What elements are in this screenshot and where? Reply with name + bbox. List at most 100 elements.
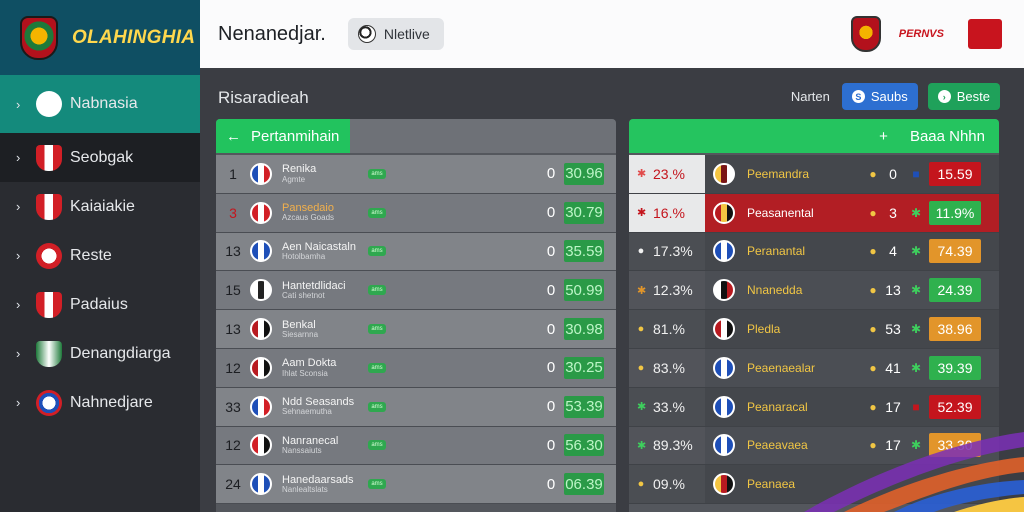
team-name-block: Aen Naicastaln Hotolbamha [282,241,366,262]
arrow-left-icon[interactable]: ← [226,128,241,145]
sidebar-item[interactable]: › Seobgak [0,133,200,182]
indicator-icon: ✱ [910,322,922,337]
team-crest-icon [713,279,735,302]
club-crest-icon[interactable] [850,16,881,52]
score-badge: 74.39 [929,239,981,264]
team-name: Benkal [282,318,316,331]
score-badge: 50.99 [564,279,604,302]
table-row[interactable]: 12 Aam Dokta Ihlat Sconsia ams 0 30.25 [216,348,616,388]
rank-number: 15 [225,282,241,299]
team-crest-icon [250,201,272,224]
stats-panel-header: + Baaa Nhhn [629,119,999,153]
team-subtitle: Siesarnna [282,329,319,339]
sidebar-item[interactable]: › Nahnedjare [0,378,200,427]
section-title: Risaradieah [218,88,309,107]
table-row[interactable]: ● 17.3% Peranantal ● 4 ✱ 74.39 [629,232,999,272]
stat-number: 0 [889,165,897,182]
team-name: Pledla [747,322,781,337]
indicator-icon: ■ [912,166,920,181]
table-row[interactable]: ● 83.% Peaenaealar ● 41 ✱ 39.39 [629,348,999,388]
indicator-icon: ✱ [910,438,922,453]
brand-header[interactable]: OLAHINGHIA [0,0,200,75]
score-badge: 24.39 [929,278,981,303]
team-name-block: Aam Dokta Ihlat Sconsia [282,357,366,378]
table-row[interactable]: ✱ 33.% Peanaracal ● 17 ■ 52.39 [629,387,999,427]
top-right-group: PERNVS [850,0,1002,68]
percent-cell: ✱ 23.% [629,155,705,193]
trend-icon: ✱ [637,284,647,297]
percent-value: 83.% [653,359,685,376]
percent-value: 12.3% [653,282,693,299]
green-crest-icon [36,340,62,367]
rank-number: 1 [229,165,237,182]
live-chip[interactable]: Nletlive [347,18,444,50]
rank-number: 12 [225,359,241,376]
sponsor-badge-icon[interactable] [968,19,1002,49]
score-badge: 30.25 [564,356,604,379]
sidebar-item-label: Denangdiarga [70,344,171,362]
table-row[interactable]: ✱ 16.% Peasanental ● 3 ✱ 11.9% [629,193,999,233]
team-crest-icon [713,473,735,496]
table-row[interactable]: 3 Pansedaio Azcaus Goads ams 0 30.79 [216,193,616,233]
table-row[interactable]: ✱ 23.% Peemandra ● 0 ■ 15.59 [629,155,999,194]
chevron-right-icon: › [16,395,21,410]
section-actions: Narten S Saubs › Beste [791,83,1000,110]
team-subtitle: Agmte [282,174,306,184]
beste-button[interactable]: › Beste [927,83,1000,110]
team-crest-icon [250,356,272,379]
team-subtitle: Nanssaiuts [282,446,322,456]
indicator-icon: ✱ [910,205,922,220]
points-value: 0 [546,475,556,493]
team-crest-icon [713,162,735,185]
tab-standings[interactable]: ← Pertanmihain [216,119,350,153]
sidebar: OLAHINGHIA › Nabnasia › Seobgak › Kaiaiakie › R… [0,0,200,512]
status-dot-icon: ● [869,360,877,375]
table-row[interactable]: 33 Ndd Seasands Sehnaemutha ams 0 53.39 [216,387,616,427]
score-badge: 52.39 [929,394,981,419]
status-pill: ams [368,479,386,490]
tab-standings-label: Pertanmihain [251,127,340,145]
team-name: Peaeavaea [747,438,808,453]
stat-number: 17 [885,437,901,454]
table-row[interactable]: 1 Renika Agmte ams 0 30.96 [216,155,616,194]
table-row[interactable]: 12 Nanranecal Nanssaiuts ams 0 56.30 [216,426,616,466]
stats-panel-title: Baaa Nhhn [909,127,985,145]
chevron-right-icon: › [16,199,21,214]
percent-value: 09.% [653,476,685,493]
table-row[interactable]: 15 Hantetdlidaci Cati shetnot ams 0 50.99 [216,271,616,311]
sidebar-nav: › Nabnasia › Seobgak › Kaiaiakie › Reste › Padaiu… [0,75,200,427]
table-row[interactable]: 24 Hanedaarsads Nanlealtslats ams 0 06.39 [216,465,616,505]
team-name-block: Pansedaio Azcaus Goads [282,202,366,223]
sidebar-item[interactable]: › Padaius [0,280,200,329]
score-badge: 30.96 [564,162,604,185]
table-row[interactable]: 13 Benkal Siesarnna ams 0 30.98 [216,310,616,349]
sidebar-item-label: Reste [70,246,112,264]
team-name: Renika [282,163,317,176]
stat-number: 4 [889,243,897,260]
table-row[interactable]: ● 81.% Pledla ● 53 ✱ 38.96 [629,310,999,349]
team-name-block: Hantetdlidaci Cati shetnot [282,280,366,301]
trend-icon: ● [637,478,645,491]
plus-icon[interactable]: + [879,128,888,145]
table-row[interactable]: ● 09.% Peanaea [629,465,999,505]
rank-number: 33 [225,398,241,415]
fox-crest-icon [36,242,62,269]
team-subtitle: Azcaus Goads [282,213,335,223]
sidebar-item[interactable]: › Kaiaiakie [0,182,200,231]
saubs-button[interactable]: S Saubs [841,83,918,110]
table-row[interactable]: ✱ 12.3% Nnanedda ● 13 ✱ 24.39 [629,271,999,311]
table-row[interactable]: 13 Aen Naicastaln Hotolbamha ams 0 35.59 [216,232,616,272]
sidebar-item[interactable]: › Denangdiarga [0,329,200,378]
chevron-right-icon: › [16,150,21,165]
trend-icon: ✱ [637,401,647,414]
points-value: 0 [546,320,556,338]
sidebar-item[interactable]: › Nabnasia [0,75,200,133]
team-crest-icon [713,201,735,224]
sidebar-item[interactable]: › Reste [0,231,200,280]
standings-panel: ← Pertanmihain 1 Renika Agmte ams 0 30.96 3 Pan… [216,119,616,512]
score-badge: 38.96 [929,317,981,342]
table-row[interactable]: ✱ 89.3% Peaeavaea ● 17 ✱ 33.30 [629,426,999,466]
team-crest-icon [713,318,735,341]
score-badge: 15.59 [929,161,981,186]
rank-number: 24 [225,476,241,493]
